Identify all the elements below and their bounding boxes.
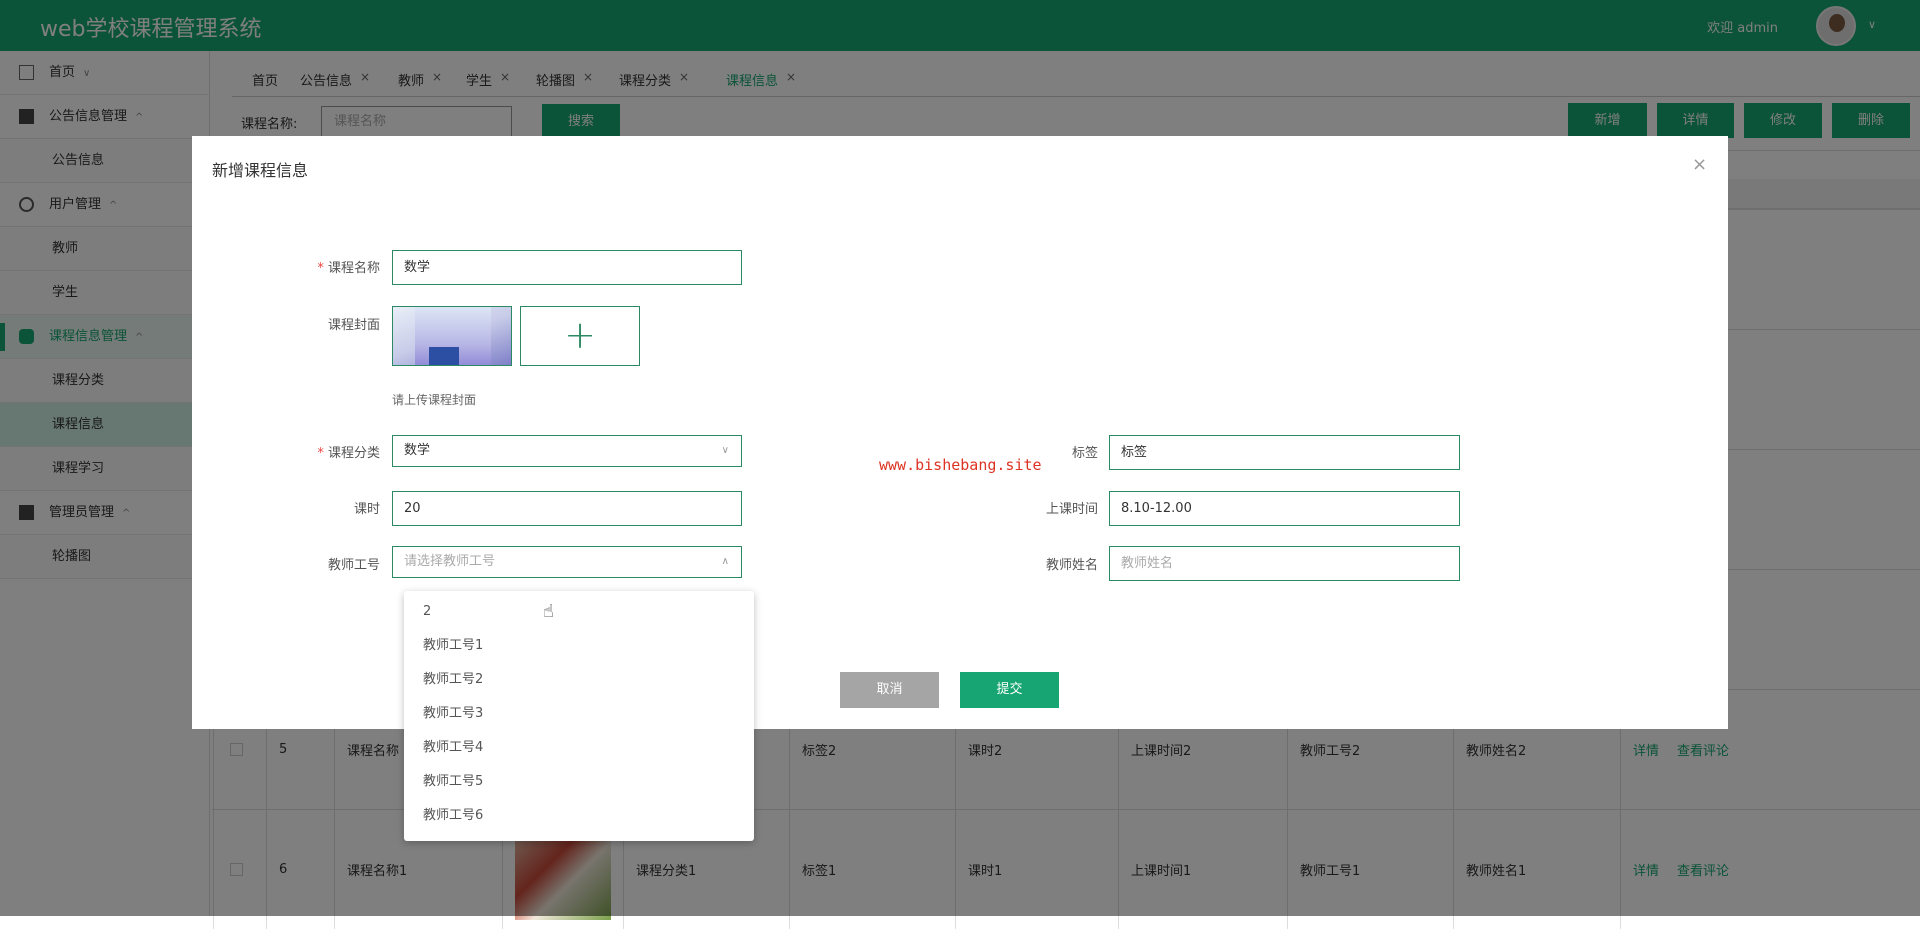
chevron-up-icon: ∧ xyxy=(721,556,729,567)
modal-title: 新增课程信息 xyxy=(212,161,309,180)
dropdown-option[interactable]: 教师工号1 xyxy=(423,629,483,663)
label-text: 课程名称 xyxy=(327,261,380,276)
teacher-name-input[interactable]: 教师姓名 xyxy=(1109,546,1460,581)
dropdown-option[interactable]: 教师工号6 xyxy=(423,799,483,833)
select-placeholder: 请选择教师工号 xyxy=(404,554,496,569)
category-select[interactable]: 数学 ∨ xyxy=(392,435,742,467)
chevron-down-icon: ∨ xyxy=(721,445,729,456)
hours-input[interactable]: 20 xyxy=(392,491,742,526)
required-mark: * xyxy=(317,261,324,276)
pointer-cursor-icon: ☝ xyxy=(543,601,554,622)
dropdown-option[interactable]: 2 xyxy=(423,595,431,629)
course-name-label: * 课程名称 xyxy=(220,257,380,276)
teacher-no-label: 教师工号 xyxy=(327,558,380,573)
teacher-name-label: 教师姓名 xyxy=(1045,558,1098,573)
required-mark: * xyxy=(317,446,324,461)
teacher-no-select[interactable]: 请选择教师工号 ∧ xyxy=(392,546,742,578)
dropdown-option[interactable]: 教师工号5 xyxy=(423,765,483,799)
dropdown-option[interactable]: 教师工号2 xyxy=(423,663,483,697)
submit-button[interactable]: 提交 xyxy=(960,672,1059,708)
cover-label: 课程封面 xyxy=(327,318,380,333)
select-value: 数学 xyxy=(404,443,431,458)
close-icon[interactable]: × xyxy=(1692,154,1707,175)
label-text: 课程分类 xyxy=(327,446,380,461)
teacher-no-dropdown: 2 教师工号1 教师工号2 教师工号3 教师工号4 教师工号5 教师工号6 xyxy=(404,591,754,841)
time-input[interactable]: 8.10-12.00 xyxy=(1109,491,1460,526)
cancel-button[interactable]: 取消 xyxy=(840,672,939,708)
category-label: * 课程分类 xyxy=(220,442,380,461)
cover-thumbnail[interactable] xyxy=(392,306,512,366)
time-label: 上课时间 xyxy=(1045,502,1098,517)
dropdown-option[interactable]: 教师工号3 xyxy=(423,697,483,731)
course-name-input[interactable]: 数学 xyxy=(392,250,742,285)
cover-hint: 请上传课程封面 xyxy=(392,393,477,407)
watermark: www.bishebang.site xyxy=(879,456,1042,474)
dropdown-option[interactable]: 教师工号4 xyxy=(423,731,483,765)
upload-add-button[interactable]: + xyxy=(520,306,640,366)
hours-label: 课时 xyxy=(353,502,380,517)
tag-input[interactable]: 标签 xyxy=(1109,435,1460,470)
